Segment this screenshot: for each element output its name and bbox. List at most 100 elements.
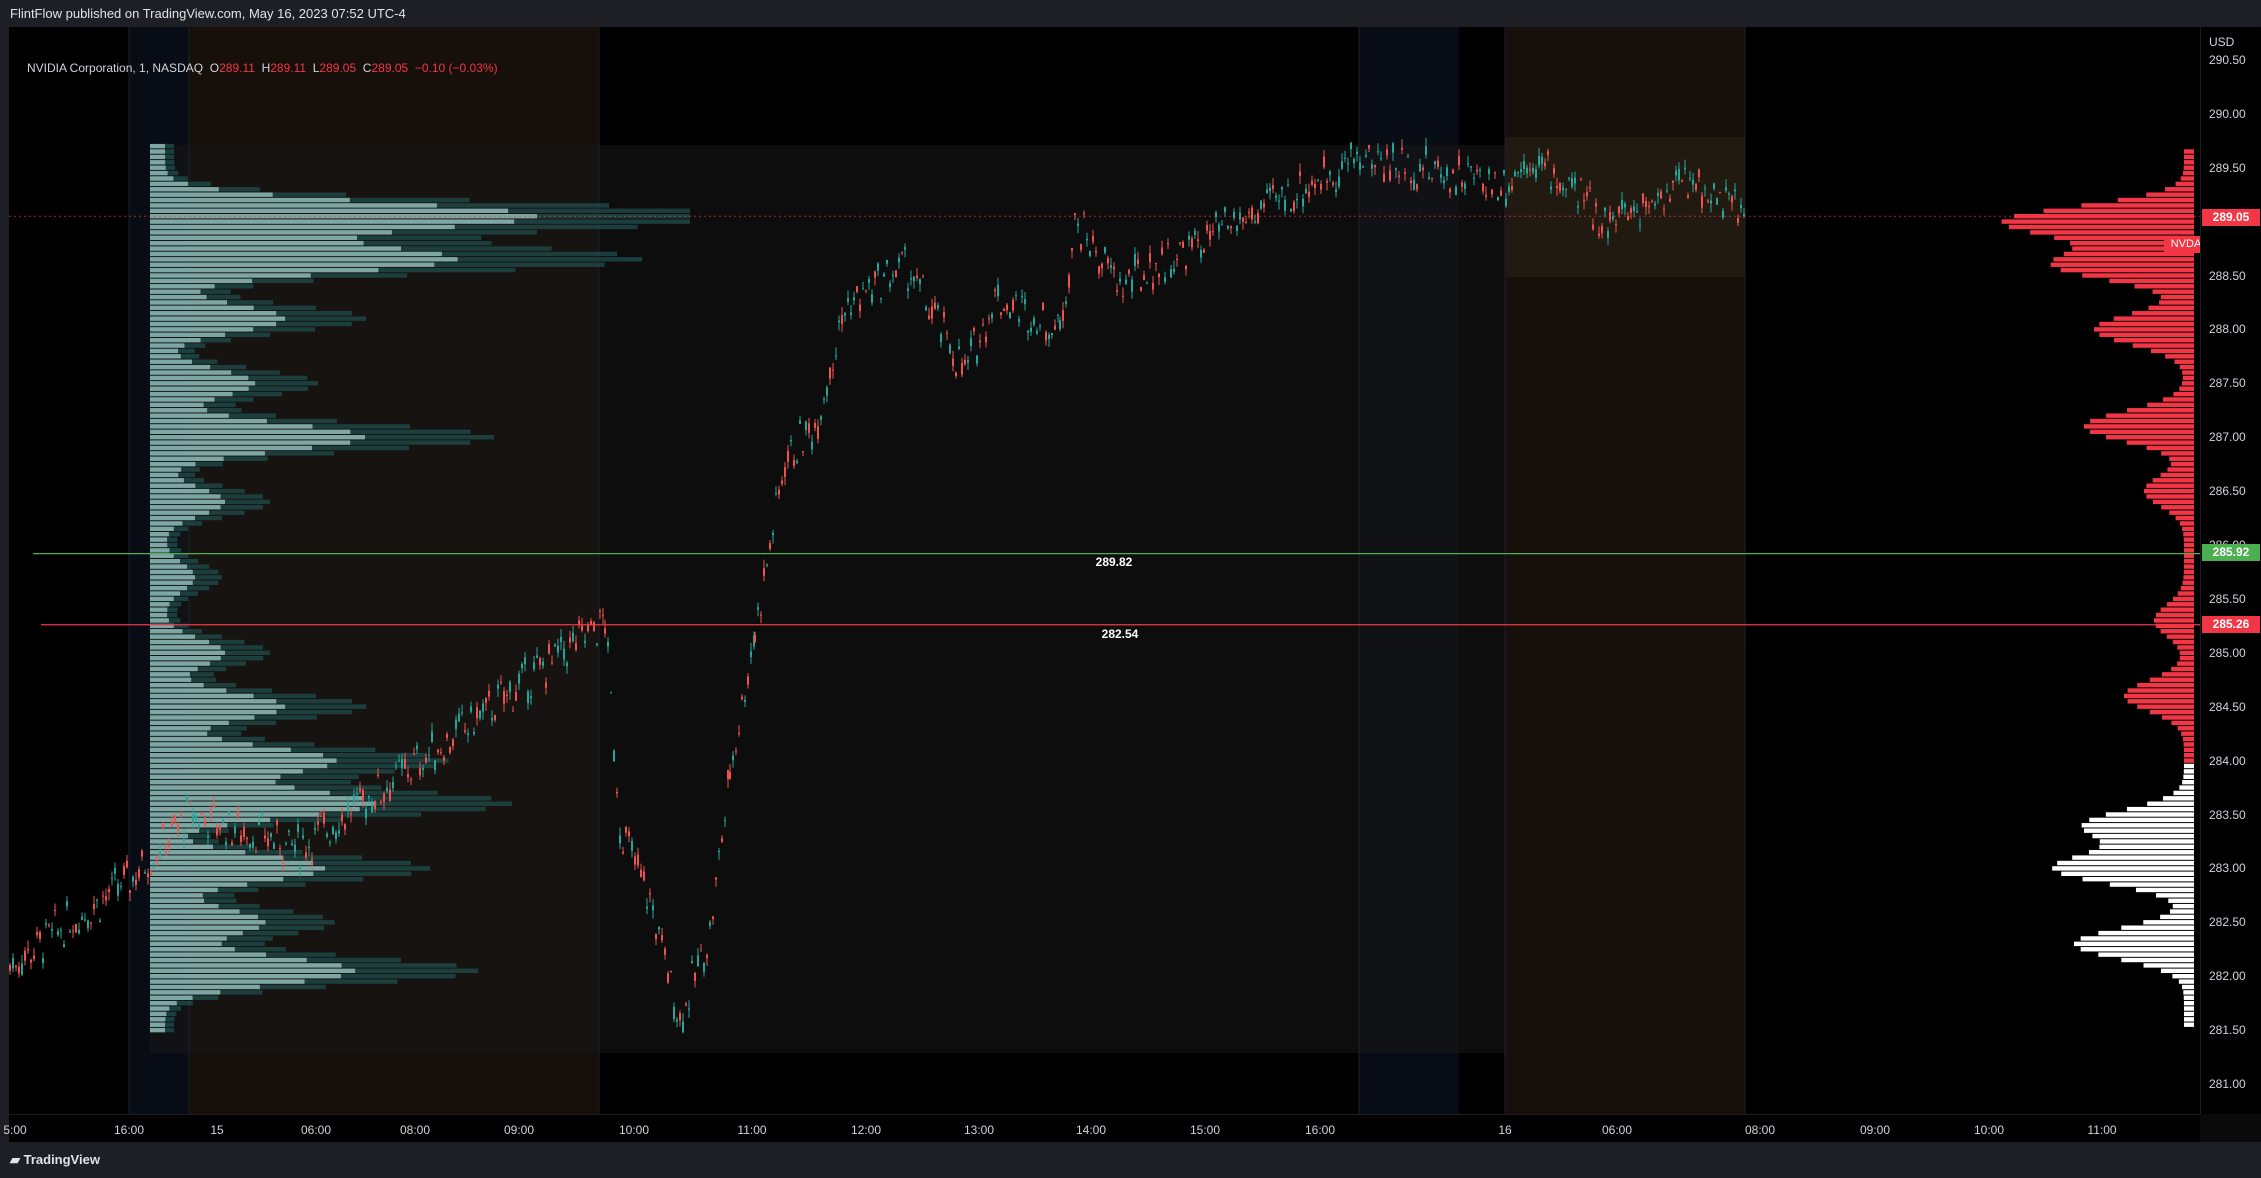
candle-body: [518, 673, 520, 684]
candle-body: [512, 710, 514, 712]
tradingview-logo[interactable]: ▰ TradingView: [10, 1152, 100, 1168]
candle-body: [479, 710, 481, 719]
volume-bar: [150, 187, 219, 192]
candle-body: [1182, 241, 1184, 248]
candle-body: [750, 651, 752, 657]
volume-bar: [150, 580, 193, 585]
volume-bar: [150, 273, 311, 278]
candle-body: [1612, 216, 1614, 220]
candle-body: [760, 614, 762, 616]
candle-body: [892, 274, 894, 276]
candle-body: [1107, 258, 1109, 264]
volume-bar: [150, 284, 215, 289]
candle-body: [572, 632, 574, 642]
volume-bar: [150, 742, 253, 747]
candle-body: [225, 841, 227, 845]
right-volume-bar: [2072, 855, 2194, 860]
candle-body: [1143, 275, 1145, 280]
right-volume-bar: [2179, 650, 2194, 655]
candle-body: [1344, 157, 1346, 159]
price-axis[interactable]: USD 290.50290.00289.50289.00288.50288.00…: [2200, 27, 2261, 1114]
volume-bar: [150, 1017, 166, 1022]
candle-body: [1251, 207, 1253, 220]
candle-body: [156, 860, 158, 862]
candle-body: [398, 760, 400, 762]
candle-body: [264, 835, 266, 839]
candle-body: [772, 532, 774, 536]
right-volume-bar: [2175, 181, 2194, 187]
candle-body: [108, 889, 110, 893]
right-volume-bar: [2153, 618, 2194, 623]
candle-body: [1443, 180, 1445, 184]
candle-body: [715, 877, 717, 880]
candle-body: [138, 869, 140, 878]
volume-bar: [150, 828, 200, 833]
volume-bar: [150, 219, 515, 224]
candle-body: [1559, 183, 1561, 192]
candle-body: [1122, 295, 1124, 297]
candle-body: [234, 826, 236, 834]
candle-body: [1110, 265, 1112, 268]
right-volume-bar: [2099, 839, 2194, 844]
candle-body: [1236, 226, 1238, 231]
candle-body: [96, 899, 98, 901]
candle-body: [21, 963, 23, 975]
right-volume-bar: [2169, 456, 2194, 461]
candle-body: [724, 820, 726, 822]
volume-bar: [150, 192, 273, 197]
candle-body: [494, 714, 496, 721]
candle-body: [267, 838, 269, 847]
candle-body: [1452, 169, 1454, 174]
right-volume-bar: [2183, 1017, 2194, 1022]
candle-body: [467, 733, 469, 735]
red-level-tag: 285.26: [2202, 616, 2260, 633]
volume-bar: [150, 990, 221, 995]
candle-body: [311, 859, 313, 861]
candle-body: [1224, 207, 1226, 213]
time-axis[interactable]: 5:00 16:00 15 06:00 08:00 09:00 10:00 11:00 12:0…: [3, 1114, 2200, 1143]
volume-bar: [150, 197, 350, 203]
price-tick: 282.00: [2209, 969, 2246, 984]
candle-body: [258, 821, 260, 825]
right-volume-bar: [2098, 930, 2194, 936]
chart-pane[interactable]: NVIDIA Corporation, 1, NASDAQ O289.11 H2…: [9, 27, 2200, 1114]
candle-body: [1467, 163, 1469, 165]
candle-body: [661, 935, 663, 941]
candle-body: [177, 824, 179, 831]
candle-body: [389, 789, 391, 801]
right-volume-bar: [2147, 402, 2194, 408]
volume-bar: [150, 1000, 177, 1006]
candle-body: [1437, 160, 1439, 168]
volume-bar: [150, 941, 222, 947]
price-tick: 287.00: [2209, 430, 2246, 445]
candle-body: [36, 931, 38, 935]
right-volume-bar: [2175, 515, 2194, 521]
volume-bar: [150, 693, 254, 699]
candle-body: [521, 664, 523, 669]
chart-canvas[interactable]: [9, 27, 2200, 1114]
volume-bar: [150, 348, 179, 354]
volume-bar: [150, 790, 330, 796]
candle-body: [1155, 263, 1157, 265]
time-tick: 11:00: [2087, 1123, 2117, 1137]
candle-body: [1707, 200, 1709, 203]
candle-body: [1101, 263, 1103, 269]
right-volume-bar: [2099, 332, 2194, 337]
candle-body: [1185, 265, 1187, 270]
volume-bar: [150, 488, 210, 494]
candle-body: [934, 302, 936, 309]
candle-body: [380, 801, 382, 803]
price-tick: 285.00: [2209, 645, 2246, 660]
candle-body: [305, 852, 307, 858]
candle-body: [1039, 325, 1041, 327]
time-tick: 16:00: [1304, 1123, 1336, 1137]
candle-body: [1511, 186, 1513, 191]
volume-bar: [150, 995, 193, 1000]
candle-body: [557, 645, 559, 653]
candle-body: [1254, 221, 1256, 223]
candle-body: [99, 920, 101, 923]
volume-bar: [150, 682, 204, 688]
session-backgrounds: [128, 27, 1746, 1114]
candle-body: [640, 869, 642, 878]
candle-body: [1538, 155, 1540, 166]
